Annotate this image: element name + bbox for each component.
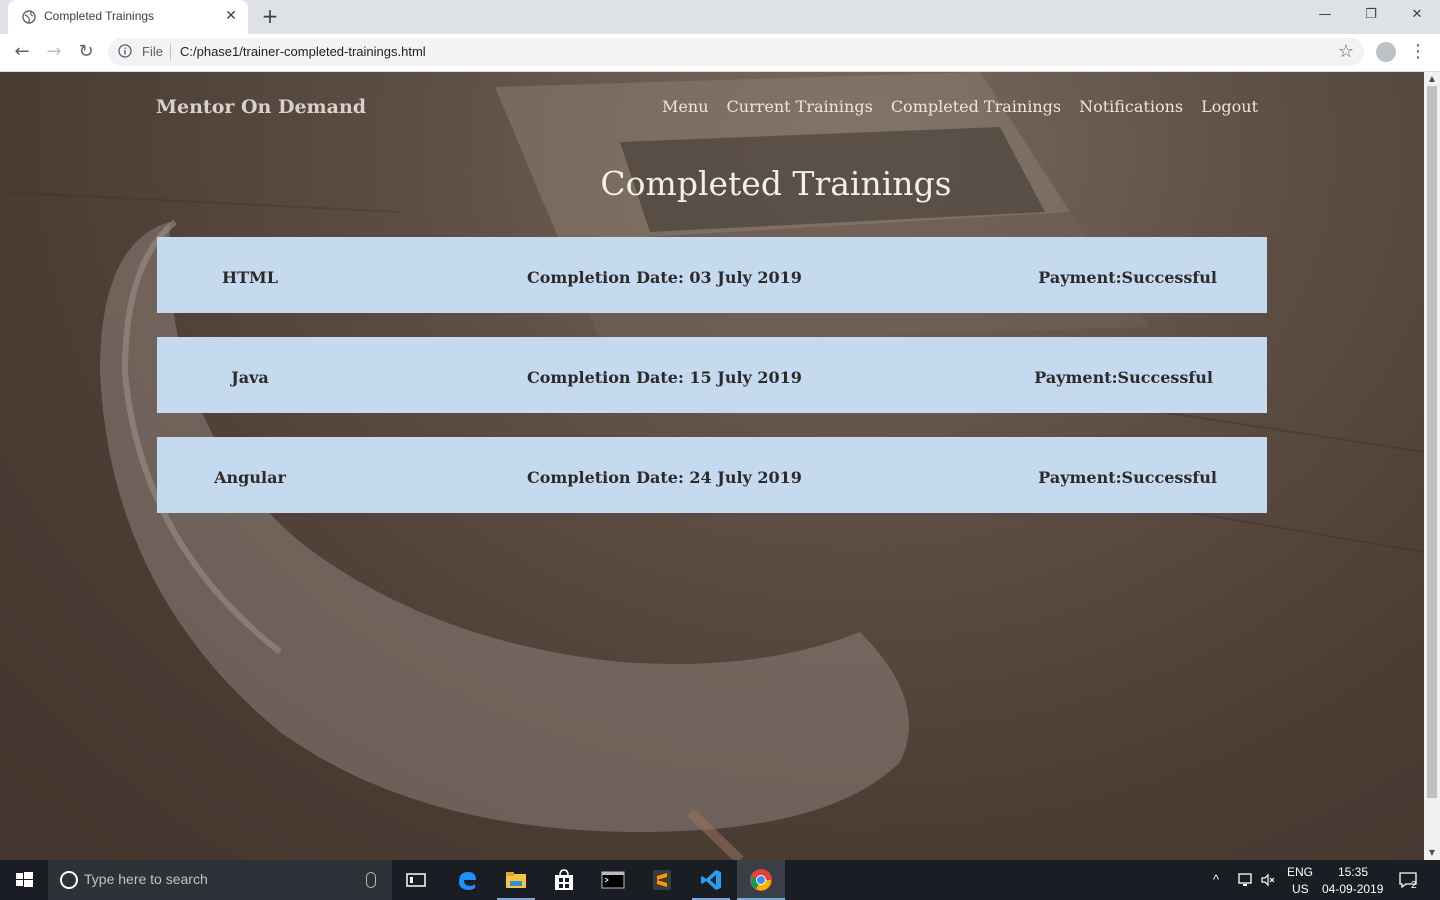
volume-muted-icon[interactable] [1260, 872, 1276, 888]
language-indicator-bottom[interactable]: US [1292, 882, 1309, 900]
tab-title: Completed Trainings [44, 9, 155, 23]
nav-completed-trainings[interactable]: Completed Trainings [891, 97, 1061, 116]
training-name: Java [231, 368, 269, 387]
training-name: Angular [214, 468, 286, 487]
taskbar-search-box[interactable]: Type here to search [48, 860, 392, 900]
brand-logo[interactable]: Mentor On Demand [156, 96, 366, 118]
nav-menu[interactable]: Menu [662, 97, 708, 116]
notification-count-badge: 2 [1411, 880, 1417, 891]
address-bar[interactable]: File C:/phase1/trainer-completed-trainin… [108, 38, 1364, 66]
globe-icon [22, 10, 36, 24]
completion-date: Completion Date: 24 July 2019 [527, 468, 802, 487]
nav-current-trainings[interactable]: Current Trainings [727, 97, 873, 116]
nav-notifications[interactable]: Notifications [1079, 97, 1183, 116]
vscode-icon[interactable] [699, 868, 723, 892]
page-scrollbar[interactable]: ▲ ▼ [1424, 72, 1440, 860]
chrome-icon [750, 869, 772, 891]
windows-taskbar: Type here to search ^ ENG US 15:35 04-09… [0, 860, 1440, 900]
payment-status: Payment:Successful [1034, 368, 1213, 387]
page-viewport: Mentor On Demand Menu Current Trainings … [0, 72, 1424, 860]
store-icon[interactable] [552, 868, 576, 892]
profile-avatar-icon[interactable] [1376, 42, 1396, 62]
chrome-taskbar-button[interactable] [737, 860, 785, 900]
file-explorer-icon[interactable] [504, 868, 528, 892]
scroll-thumb[interactable] [1427, 86, 1437, 798]
reload-icon[interactable]: ↻ [74, 40, 98, 64]
back-arrow-icon[interactable]: ← [10, 40, 34, 64]
scroll-down-icon[interactable]: ▼ [1424, 846, 1440, 860]
payment-status: Payment:Successful [1038, 268, 1217, 287]
tray-expand-icon[interactable]: ^ [1213, 872, 1219, 900]
training-card: Java Completion Date: 15 July 2019 Payme… [157, 337, 1267, 413]
nav-logout[interactable]: Logout [1201, 97, 1258, 116]
clock-date[interactable]: 04-09-2019 [1322, 882, 1383, 900]
main-nav: Menu Current Trainings Completed Trainin… [662, 97, 1258, 116]
file-label: File [142, 44, 163, 59]
restore-icon[interactable]: ❐ [1348, 0, 1394, 30]
url-text[interactable]: C:/phase1/trainer-completed-trainings.ht… [180, 44, 426, 59]
microphone-icon[interactable] [366, 872, 376, 888]
browser-tabstrip: Completed Trainings ✕ + — ❐ ✕ [0, 0, 1440, 34]
completion-date: Completion Date: 15 July 2019 [527, 368, 802, 387]
cortana-icon [60, 871, 78, 889]
training-name: HTML [222, 268, 278, 287]
address-separator [170, 44, 171, 60]
close-window-icon[interactable]: ✕ [1394, 0, 1440, 30]
minimize-icon[interactable]: — [1302, 0, 1348, 30]
sublime-text-icon[interactable] [650, 868, 674, 892]
browser-toolbar: ← → ↻ File C:/phase1/trainer-completed-t… [0, 34, 1440, 72]
payment-status: Payment:Successful [1038, 468, 1217, 487]
training-card: Angular Completion Date: 24 July 2019 Pa… [157, 437, 1267, 513]
task-view-icon[interactable] [404, 868, 428, 892]
edge-browser-icon[interactable] [455, 868, 479, 892]
windows-start-icon[interactable] [0, 860, 48, 900]
bookmark-star-icon[interactable]: ☆ [1338, 42, 1354, 62]
scroll-up-icon[interactable]: ▲ [1424, 72, 1440, 86]
command-prompt-icon[interactable] [601, 868, 625, 892]
menu-kebab-icon[interactable]: ⋮ [1408, 40, 1428, 64]
close-tab-icon[interactable]: ✕ [222, 7, 240, 25]
network-icon[interactable] [1236, 872, 1254, 888]
info-icon[interactable] [118, 44, 132, 58]
completion-date: Completion Date: 03 July 2019 [527, 268, 802, 287]
forward-arrow-icon[interactable]: → [42, 40, 66, 64]
page-title: Completed Trainings [600, 164, 952, 203]
taskbar-search-placeholder: Type here to search [84, 871, 208, 887]
browser-tab[interactable]: Completed Trainings ✕ [8, 0, 248, 34]
new-tab-button[interactable]: + [258, 4, 282, 28]
training-card: HTML Completion Date: 03 July 2019 Payme… [157, 237, 1267, 313]
